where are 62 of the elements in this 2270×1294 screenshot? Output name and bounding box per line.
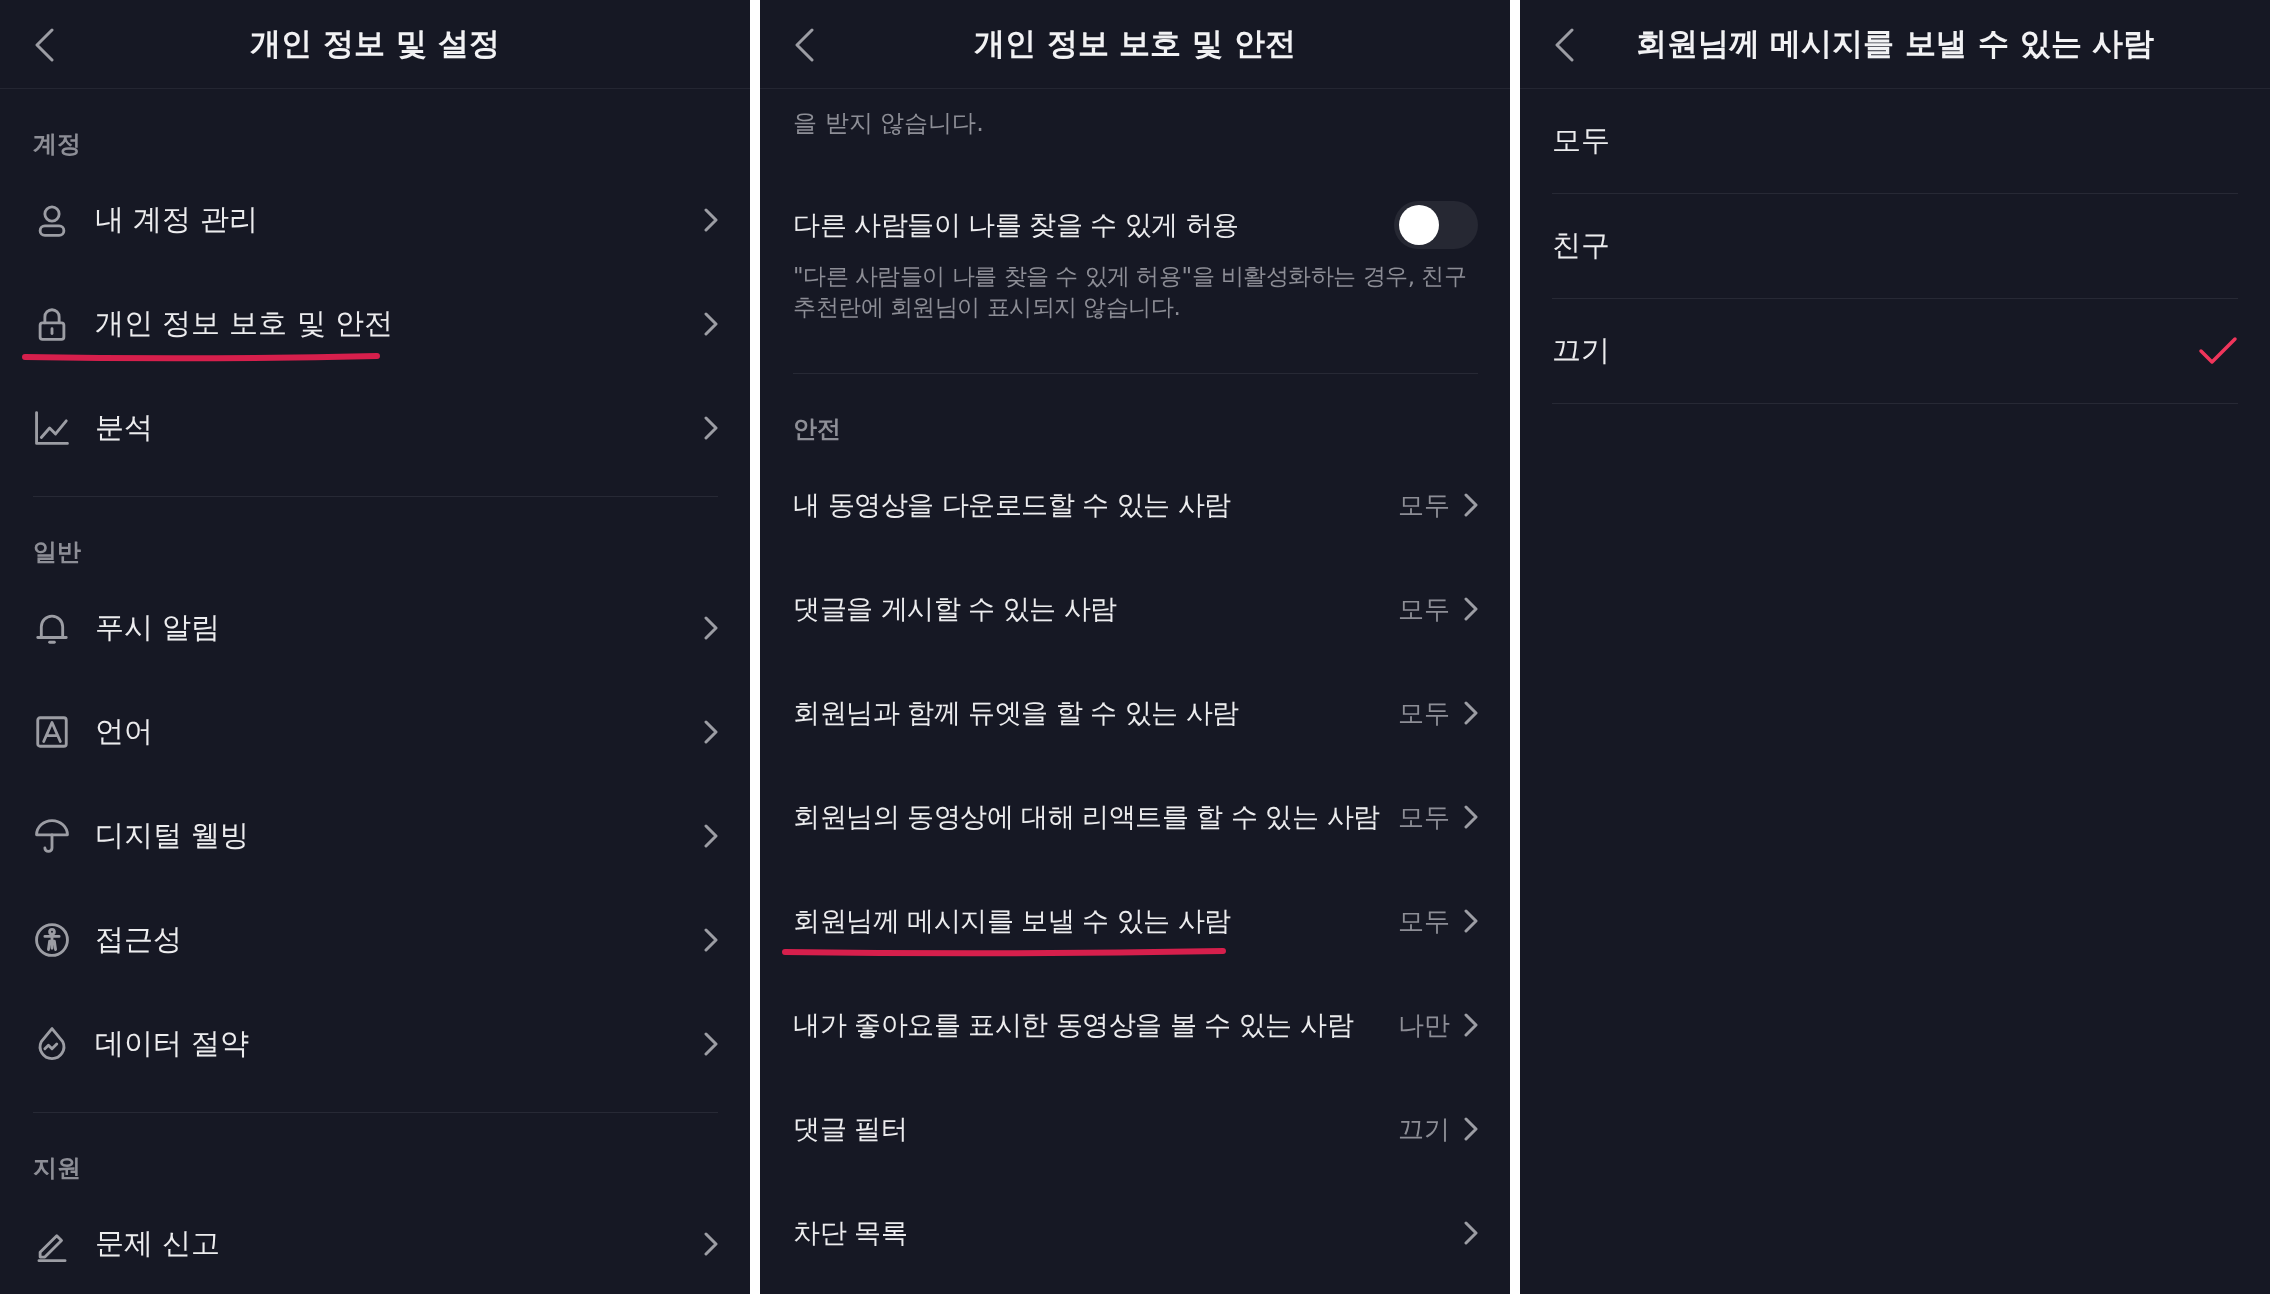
menu-item[interactable]: 회원님과 함께 듀엣을 할 수 있는 사람 [793, 695, 1239, 731]
setting-value: 모두 [1398, 800, 1450, 834]
screen-title: 회원님께 메시지를 보낼 수 있는 사람 [1635, 24, 2155, 63]
menu-item[interactable]: 댓글 필터 [793, 1111, 908, 1147]
option-item[interactable]: 끄기 [1552, 331, 1610, 371]
section-label: 안전 [793, 415, 841, 443]
chevron-right-icon [704, 208, 718, 232]
chevron-right-icon [1464, 1013, 1478, 1037]
chevron-right-icon [704, 1232, 718, 1256]
menu-item[interactable]: 디지털 웰빙 [95, 816, 250, 856]
chevron-right-icon [704, 616, 718, 640]
back-icon[interactable] [34, 28, 54, 62]
chevron-right-icon [1464, 909, 1478, 933]
chevron-right-icon [704, 1032, 718, 1056]
menu-item[interactable]: 푸시 알림 [95, 608, 221, 648]
back-icon[interactable] [1554, 28, 1574, 62]
menu-item[interactable]: 차단 목록 [793, 1215, 908, 1251]
letter-a-icon [33, 713, 71, 751]
section-label: 계정 [33, 130, 81, 158]
screen-title: 개인 정보 및 설정 [250, 24, 500, 63]
chevron-right-icon [704, 416, 718, 440]
setting-value: 끄기 [1398, 1112, 1450, 1146]
setting-value: 나만 [1398, 1008, 1450, 1042]
menu-item[interactable]: 분석 [95, 408, 153, 448]
line-chart-icon [33, 409, 71, 447]
chevron-right-icon [1464, 805, 1478, 829]
menu-item[interactable]: 내가 좋아요를 표시한 동영상을 볼 수 있는 사람 [793, 1007, 1354, 1043]
menu-item[interactable]: 접근성 [95, 920, 182, 960]
menu-item[interactable]: 회원님께 메시지를 보낼 수 있는 사람 [793, 903, 1231, 939]
chevron-right-icon [1464, 1221, 1478, 1245]
toggle-switch[interactable] [1394, 201, 1478, 249]
menu-item[interactable]: 내 계정 관리 [95, 200, 259, 240]
chevron-right-icon [704, 312, 718, 336]
option-item[interactable]: 친구 [1552, 226, 1610, 266]
accessibility-icon [33, 921, 71, 959]
back-icon[interactable] [794, 28, 814, 62]
chevron-right-icon [704, 824, 718, 848]
menu-item[interactable]: 내 동영상을 다운로드할 수 있는 사람 [793, 487, 1231, 523]
setting-value: 모두 [1398, 696, 1450, 730]
description-text: 을 받지 않습니다. [793, 109, 984, 137]
description-text: "다른 사람들이 나를 찾을 수 있게 허용"을 비활성화하는 경우, 친구 추천란에 회원님이 표시되지 않습니다. [793, 263, 1467, 320]
chevron-right-icon [704, 720, 718, 744]
chevron-right-icon [1464, 1117, 1478, 1141]
setting-value: 모두 [1398, 592, 1450, 626]
chevron-right-icon [1464, 597, 1478, 621]
chevron-right-icon [1464, 493, 1478, 517]
chevron-right-icon [1464, 701, 1478, 725]
menu-item[interactable]: 회원님의 동영상에 대해 리액트를 할 수 있는 사람 [793, 799, 1380, 835]
umbrella-icon [33, 817, 71, 855]
menu-item[interactable]: 댓글을 게시할 수 있는 사람 [793, 591, 1117, 627]
screen-title: 개인 정보 보호 및 안전 [973, 24, 1297, 63]
setting-label: 다른 사람들이 나를 찾을 수 있게 허용 [793, 208, 1239, 242]
setting-value: 모두 [1398, 904, 1450, 938]
setting-value: 모두 [1398, 488, 1450, 522]
chevron-right-icon [704, 928, 718, 952]
section-label: 지원 [33, 1154, 81, 1182]
menu-item[interactable]: 언어 [95, 712, 153, 752]
menu-item[interactable]: 문제 신고 [95, 1224, 221, 1264]
menu-item[interactable]: 데이터 절약 [95, 1024, 250, 1064]
menu-item[interactable]: 개인 정보 보호 및 안전 [95, 304, 393, 344]
section-label: 일반 [33, 538, 81, 566]
option-item[interactable]: 모두 [1552, 121, 1610, 161]
